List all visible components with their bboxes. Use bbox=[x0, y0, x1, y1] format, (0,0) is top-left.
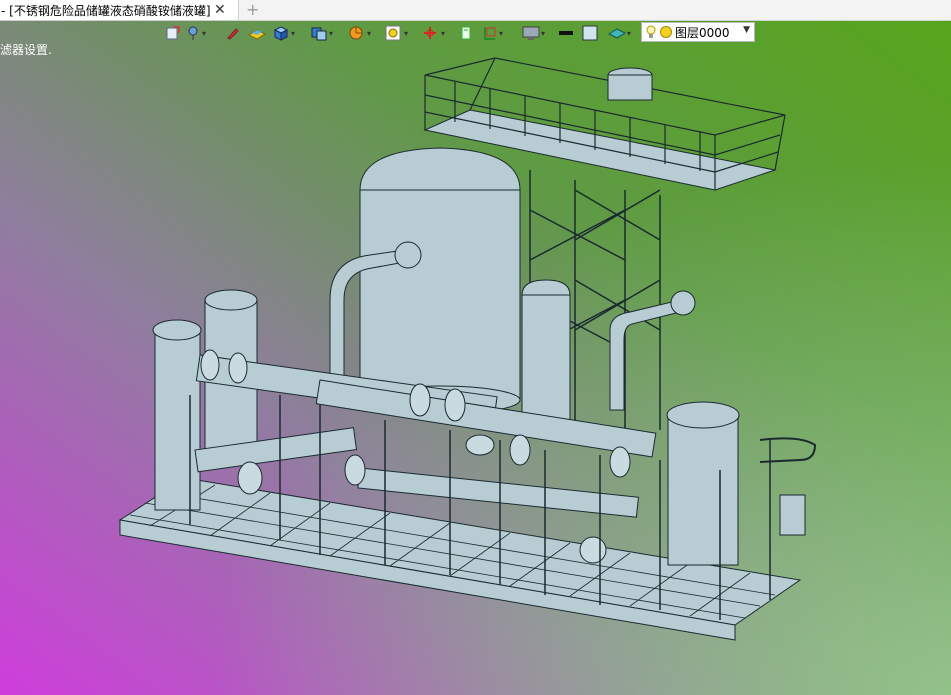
insert-icon[interactable] bbox=[165, 24, 181, 42]
document-tab-bar: - [不锈钢危险品储罐液态硝酸铵储液罐] ✕ + bbox=[0, 0, 951, 21]
document-tab[interactable]: - [不锈钢危险品储罐液态硝酸铵储液罐] ✕ bbox=[0, 0, 239, 20]
color-swatch-icon[interactable] bbox=[582, 24, 598, 42]
cube-icon[interactable]: ▾ bbox=[272, 24, 295, 42]
fill-icon[interactable]: ▾ bbox=[608, 24, 631, 42]
pin-icon[interactable]: ▾ bbox=[185, 24, 206, 42]
right-filter bbox=[666, 401, 740, 566]
pie-icon[interactable]: ▾ bbox=[348, 24, 371, 42]
layer-dropdown-icon[interactable]: ▼ bbox=[743, 25, 750, 35]
new-tab-icon[interactable]: + bbox=[246, 0, 259, 19]
view-cube-icon[interactable]: ▾ bbox=[310, 24, 333, 42]
main-storage-vessel bbox=[359, 147, 521, 415]
left-filter-1 bbox=[152, 319, 202, 511]
layer-selector[interactable]: 图层0000 ▼ bbox=[641, 22, 755, 42]
sun-icon[interactable] bbox=[659, 25, 673, 39]
layer-name: 图层0000 bbox=[675, 25, 730, 40]
axis-icon[interactable]: ▾ bbox=[422, 24, 445, 42]
document-tab-title: - [不锈钢危险品储罐液态硝酸铵储液罐] bbox=[1, 3, 211, 18]
line-weight-icon[interactable] bbox=[558, 24, 574, 42]
tab-close-icon[interactable]: ✕ bbox=[214, 0, 226, 20]
frame-icon[interactable]: ▾ bbox=[482, 24, 503, 42]
equipment-3d-model[interactable] bbox=[0, 0, 951, 695]
monitor-icon[interactable]: ▾ bbox=[522, 24, 545, 42]
ruler-icon[interactable] bbox=[458, 24, 474, 42]
brush-icon[interactable] bbox=[225, 24, 241, 42]
status-hint-text: 滤器设置. bbox=[0, 43, 52, 57]
zoom-icon[interactable]: ▾ bbox=[385, 24, 408, 42]
bulb-icon[interactable] bbox=[645, 24, 657, 40]
surface-icon[interactable] bbox=[248, 24, 266, 42]
